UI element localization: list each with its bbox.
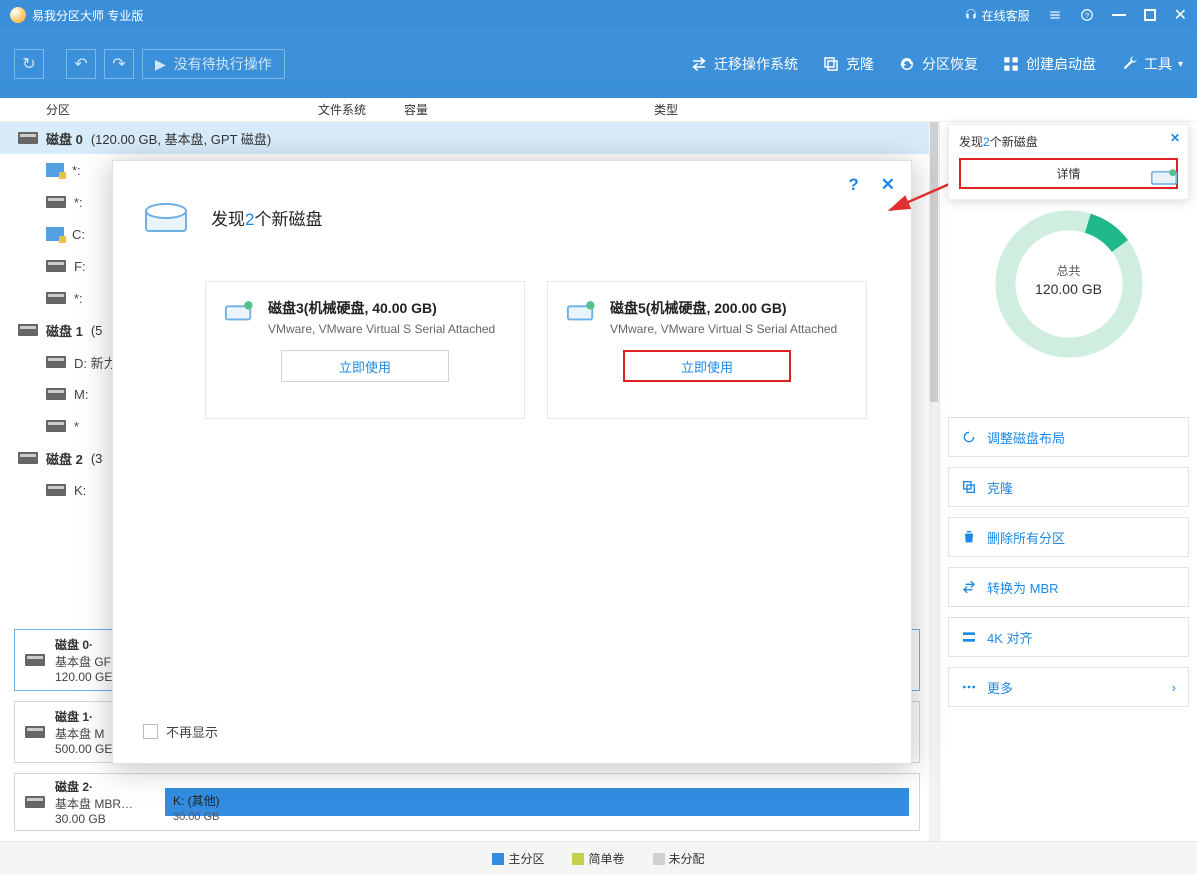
recovery-icon	[898, 55, 916, 73]
right-panel: ✕ 发现2个新磁盘 详情 总共 120.00 GB 调整磁盘布局	[940, 122, 1197, 841]
refresh-button[interactable]: ↻	[14, 49, 44, 79]
app-title: 易我分区大师 专业版	[32, 7, 964, 24]
use-now-disk5-button[interactable]: 立即使用	[623, 350, 791, 382]
drive-icon	[46, 163, 64, 177]
convert-icon	[961, 579, 977, 595]
drive-icon	[224, 298, 254, 329]
donut-label: 总共	[1035, 262, 1102, 279]
chevron-right-icon: ›	[1172, 680, 1176, 695]
action-4k-align[interactable]: 4K 对齐	[948, 617, 1189, 657]
trash-icon	[961, 529, 977, 545]
drive-icon	[46, 356, 66, 368]
disk-actions: 调整磁盘布局 克隆 删除所有分区 转换为 MBR 4K 对齐 更多 ›	[948, 417, 1189, 707]
disk5-title: 磁盘5(机械硬盘, 200.00 GB)	[610, 298, 837, 318]
app-logo-icon	[10, 7, 26, 23]
action-delete-all[interactable]: 删除所有分区	[948, 517, 1189, 557]
notice-title: 发现2个新磁盘	[959, 133, 1178, 150]
partition-bar[interactable]: K: (其他) 30.00 GB	[165, 788, 909, 816]
modal-title: 发现2个新磁盘	[211, 205, 322, 230]
action-more[interactable]: 更多 ›	[948, 667, 1189, 707]
new-disk-modal: ? ✕ 发现2个新磁盘 磁盘3(机械硬盘, 40.00 GB) VMware, …	[112, 160, 912, 764]
clone-icon	[961, 479, 977, 495]
col-capacity: 容量	[404, 101, 654, 118]
new-disk-card-3: 磁盘3(机械硬盘, 40.00 GB) VMware, VMware Virtu…	[205, 281, 525, 419]
hdd-icon	[25, 726, 45, 738]
donut-value: 120.00 GB	[1035, 281, 1102, 297]
disk3-sub: VMware, VMware Virtual S Serial Attached	[268, 322, 495, 336]
transfer-icon	[690, 55, 708, 73]
left-scrollbar[interactable]	[929, 122, 939, 841]
wrench-icon	[1120, 55, 1138, 73]
col-partition: 分区	[46, 101, 318, 118]
column-headers: 分区 文件系统 容量 类型	[0, 98, 1197, 122]
drive-icon	[46, 227, 64, 241]
pending-ops-indicator: ▶ 没有待执行操作	[142, 49, 285, 79]
drive-icon	[46, 420, 66, 432]
partition-recovery-button[interactable]: 分区恢复	[898, 54, 978, 74]
disk3-title: 磁盘3(机械硬盘, 40.00 GB)	[268, 298, 495, 318]
title-bar: 易我分区大师 专业版 在线客服 ? ✕	[0, 0, 1197, 30]
new-disk-card-5: 磁盘5(机械硬盘, 200.00 GB) VMware, VMware Virt…	[547, 281, 867, 419]
notice-close-icon[interactable]: ✕	[1170, 131, 1180, 145]
storage-donut: 总共 120.00 GB	[948, 200, 1189, 297]
drive-icon	[46, 388, 66, 400]
disk5-sub: VMware, VMware Virtual S Serial Attached	[610, 322, 837, 336]
more-icon	[961, 679, 977, 695]
create-boot-disk-button[interactable]: 创建启动盘	[1002, 54, 1096, 74]
col-fs: 文件系统	[318, 101, 404, 118]
undo-button[interactable]: ↶	[66, 49, 96, 79]
use-now-disk3-button[interactable]: 立即使用	[281, 350, 449, 382]
dont-show-again[interactable]: 不再显示	[143, 722, 218, 741]
notice-detail-button[interactable]: 详情	[959, 158, 1178, 189]
action-clone[interactable]: 克隆	[948, 467, 1189, 507]
drive-icon	[566, 298, 596, 329]
drive-icon	[46, 484, 66, 496]
boot-disk-icon	[1002, 55, 1020, 73]
minimize-button[interactable]	[1112, 14, 1126, 16]
headset-icon	[964, 8, 978, 22]
migrate-os-button[interactable]: 迁移操作系统	[690, 54, 798, 74]
drive-icon	[46, 260, 66, 272]
col-type: 类型	[654, 101, 1197, 118]
hdd-icon	[25, 654, 45, 666]
play-icon: ▶	[155, 56, 166, 73]
modal-help-icon[interactable]: ?	[848, 175, 858, 195]
hdd-large-icon	[143, 197, 189, 237]
tools-dropdown[interactable]: 工具 ▾	[1120, 54, 1183, 74]
hdd-icon	[18, 324, 38, 336]
action-convert-mbr[interactable]: 转换为 MBR	[948, 567, 1189, 607]
disk-card-2[interactable]: 磁盘 2·基本盘 MBR…30.00 GB K: (其他) 30.00 GB	[14, 773, 920, 831]
hdd-icon	[18, 132, 38, 144]
disk-0-row[interactable]: 磁盘 0(120.00 GB, 基本盘, GPT 磁盘)	[0, 122, 939, 154]
legend-bar: 主分区 简单卷 未分配	[0, 841, 1197, 875]
help-icon[interactable]: ?	[1080, 8, 1094, 22]
align-icon	[961, 629, 977, 645]
clone-icon	[822, 55, 840, 73]
layout-icon	[961, 429, 977, 445]
svg-text:?: ?	[1084, 11, 1088, 20]
drive-icon	[1150, 166, 1178, 191]
online-service-link[interactable]: 在线客服	[964, 7, 1030, 24]
redo-button[interactable]: ↷	[104, 49, 134, 79]
hdd-icon	[18, 452, 38, 464]
main-toolbar: ↻ ↶ ↷ ▶ 没有待执行操作 迁移操作系统 克隆 分区恢复 创建启动盘 工具 …	[0, 30, 1197, 98]
action-adjust-layout[interactable]: 调整磁盘布局	[948, 417, 1189, 457]
clone-button[interactable]: 克隆	[822, 54, 874, 74]
list-icon[interactable]	[1048, 8, 1062, 22]
drive-icon	[46, 292, 66, 304]
chevron-down-icon: ▾	[1178, 59, 1183, 70]
new-disk-notice: ✕ 发现2个新磁盘 详情	[948, 124, 1189, 200]
close-button[interactable]: ✕	[1174, 5, 1187, 25]
drive-icon	[46, 196, 66, 208]
hdd-icon	[25, 796, 45, 808]
checkbox-icon[interactable]	[143, 724, 158, 739]
maximize-button[interactable]	[1144, 9, 1156, 21]
